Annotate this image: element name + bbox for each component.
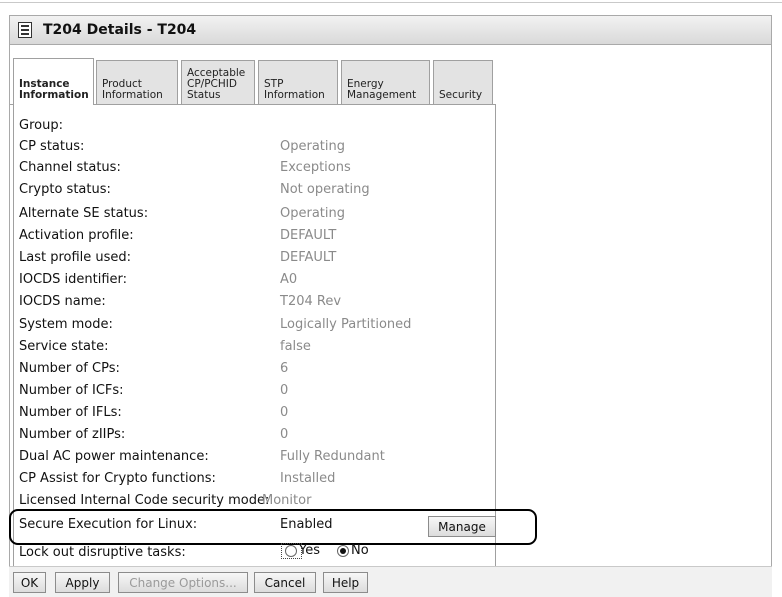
field-value-number-of-ziips: 0 <box>280 427 289 442</box>
field-value-crypto-status: Not operating <box>280 182 370 197</box>
secure-execution-value: Enabled <box>280 517 333 532</box>
tab-label: Product Information <box>102 78 163 101</box>
field-value-number-of-ifls: 0 <box>280 405 289 420</box>
field-value-alternate-se-status: Operating <box>280 206 345 221</box>
window-title-bar: T204 Details - T204 <box>9 15 772 45</box>
field-label-service-state: Service state: <box>19 339 109 354</box>
field-value-cp-status: Operating <box>280 139 345 154</box>
ok-button[interactable]: OK <box>13 572 46 593</box>
tab-security[interactable]: Security <box>433 60 493 105</box>
field-label-alternate-se-status: Alternate SE status: <box>19 206 149 221</box>
lockout-no-label: No <box>351 543 369 558</box>
field-value-last-profile-used: DEFAULT <box>280 250 337 265</box>
field-label-group: Group: <box>19 118 63 133</box>
tab-stp-information[interactable]: STP Information <box>258 60 338 105</box>
tab-label: STP Information <box>264 78 325 101</box>
field-label-cp-assist-crypto: CP Assist for Crypto functions: <box>19 471 216 486</box>
field-value-dual-ac-power-maintenance: Fully Redundant <box>280 449 385 464</box>
field-value-number-of-cps: 6 <box>280 361 289 376</box>
tab-instance-information[interactable]: Instance Information <box>13 58 94 105</box>
tab-energy-management[interactable]: Energy Management <box>341 60 430 105</box>
field-value-lic-security-mode: Monitor <box>262 493 312 508</box>
field-value-iocds-identifier: A0 <box>280 272 298 287</box>
field-label-number-of-cps: Number of CPs: <box>19 361 120 376</box>
tab-acceptable-cp-pchid-status[interactable]: Acceptable CP/PCHID Status <box>181 60 255 105</box>
field-label-last-profile-used: Last profile used: <box>19 250 132 265</box>
change-options-button[interactable]: Change Options... <box>118 572 248 593</box>
field-label-system-mode: System mode: <box>19 317 113 332</box>
apply-button[interactable]: Apply <box>55 572 110 593</box>
lockout-no-radio[interactable] <box>337 545 349 557</box>
tab-label: Instance Information <box>19 78 89 101</box>
tab-label: Security <box>439 89 483 101</box>
field-label-number-of-ifls: Number of IFLs: <box>19 405 122 420</box>
field-label-iocds-name: IOCDS name: <box>19 294 106 309</box>
field-label-crypto-status: Crypto status: <box>19 182 111 197</box>
field-value-number-of-icfs: 0 <box>280 383 289 398</box>
field-label-number-of-ziips: Number of zIIPs: <box>19 427 126 442</box>
cancel-button[interactable]: Cancel <box>254 572 316 593</box>
field-value-cp-assist-crypto: Installed <box>280 471 336 486</box>
window-title: T204 Details - T204 <box>43 22 197 38</box>
field-label-number-of-icfs: Number of ICFs: <box>19 383 124 398</box>
field-label-dual-ac-power-maintenance: Dual AC power maintenance: <box>19 449 209 464</box>
field-value-iocds-name: T204 Rev <box>280 294 342 309</box>
manage-button[interactable]: Manage <box>428 516 496 537</box>
secure-execution-label: Secure Execution for Linux: <box>19 517 198 532</box>
field-value-system-mode: Logically Partitioned <box>280 317 412 332</box>
tab-label: Energy Management <box>347 78 417 101</box>
tab-label: Acceptable CP/PCHID Status <box>187 67 246 101</box>
field-label-activation-profile: Activation profile: <box>19 228 134 243</box>
tab-product-information[interactable]: Product Information <box>96 60 178 105</box>
lockout-label: Lock out disruptive tasks: <box>19 545 186 560</box>
field-value-service-state: false <box>280 339 311 354</box>
lockout-yes-radio[interactable] <box>285 545 297 557</box>
details-window-icon <box>18 22 32 38</box>
field-label-cp-status: CP status: <box>19 139 85 154</box>
top-divider <box>0 2 782 3</box>
field-value-activation-profile: DEFAULT <box>280 228 337 243</box>
field-value-channel-status: Exceptions <box>280 160 351 175</box>
help-button[interactable]: Help <box>323 572 368 593</box>
lockout-yes-label: Yes <box>299 543 320 558</box>
field-label-iocds-identifier: IOCDS identifier: <box>19 272 128 287</box>
field-label-channel-status: Channel status: <box>19 160 121 175</box>
field-label-lic-security-mode: Licensed Internal Code security mode: <box>19 493 270 508</box>
